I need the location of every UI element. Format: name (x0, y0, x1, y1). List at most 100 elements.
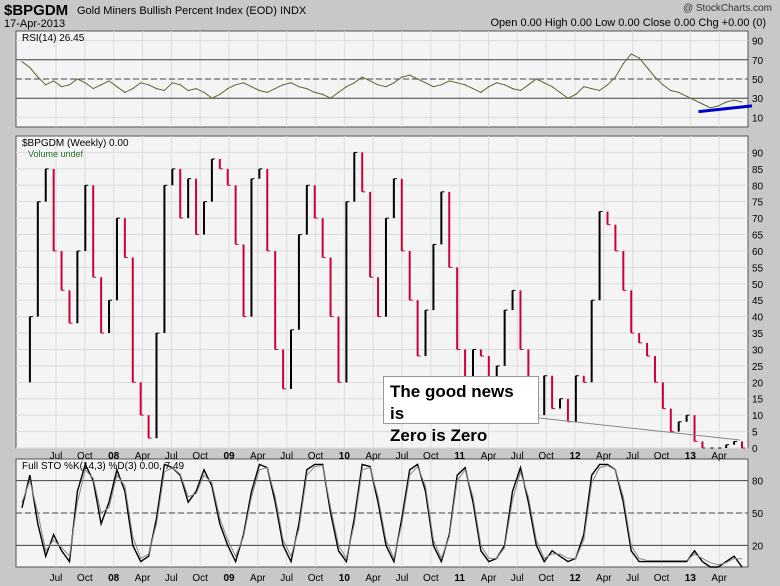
price-x-tick: 11 (454, 451, 465, 462)
rsi-point (662, 84, 664, 86)
sto-point (741, 566, 743, 568)
price-y-tick: 30 (752, 345, 764, 356)
sto-point (266, 467, 268, 469)
price-y-tick: 80 (752, 181, 764, 192)
sto-point (61, 550, 63, 552)
sto-x-tick: Apr (711, 573, 727, 584)
price-sublabel: Volume undef (28, 149, 84, 159)
sto-point (385, 544, 387, 546)
sto-point (243, 536, 245, 538)
rsi-point (132, 88, 134, 90)
price-y-tick: 65 (752, 231, 764, 242)
sto-point (195, 493, 197, 495)
sto-x-tick: Oct (423, 573, 439, 584)
sto-point (322, 464, 324, 466)
annotation-line-1: The good news is (390, 382, 514, 423)
sto-point (306, 474, 308, 476)
rsi-point (535, 78, 537, 80)
sto-point (575, 557, 577, 559)
rsi-point (37, 76, 39, 78)
sto-point (535, 539, 537, 541)
sto-point (92, 477, 94, 479)
price-y-tick: 15 (752, 395, 764, 406)
sto-point (638, 561, 640, 563)
exchange-text: INDX (279, 5, 307, 17)
sto-point (156, 523, 158, 525)
sto-point (591, 482, 593, 484)
rsi-point (472, 88, 474, 90)
sto-point (725, 562, 727, 564)
rsi-point (274, 88, 276, 90)
sto-point (124, 485, 126, 487)
rsi-point (155, 88, 158, 90)
rsi-point (448, 80, 450, 82)
sto-point (694, 553, 696, 555)
price-x-tick: Oct (308, 451, 324, 462)
sto-x-tick: Jul (511, 573, 524, 584)
sto-point (551, 550, 553, 552)
sto-point (583, 539, 585, 541)
rsi-point (575, 93, 577, 95)
chart-date: 17-Apr-2013 (4, 18, 66, 30)
sto-point (662, 560, 664, 562)
sto-point (250, 490, 252, 492)
sto-point (741, 558, 743, 560)
sto-point (630, 544, 632, 546)
rsi-point (638, 57, 640, 59)
sto-x-tick: 12 (569, 573, 581, 584)
chart-canvas: JulJulOctOct0808AprAprJulJulOctOct0909Ap… (15, 30, 764, 584)
sto-x-tick: Jul (626, 573, 639, 584)
rsi-point (488, 86, 490, 88)
price-y-tick: 40 (752, 313, 764, 324)
rsi-point (606, 84, 609, 86)
sto-y-tick: 20 (752, 541, 764, 552)
sto-point (45, 550, 47, 552)
sto-x-tick: 08 (108, 573, 120, 584)
sto-point (369, 467, 371, 469)
rsi-point (369, 80, 371, 82)
price-y-tick: 75 (752, 198, 764, 209)
sto-point (646, 560, 648, 562)
sto-point (614, 469, 616, 471)
price-x-tick: Apr (711, 451, 727, 462)
rsi-point (511, 88, 514, 90)
price-y-tick: 85 (752, 165, 764, 176)
sto-x-tick: Oct (538, 573, 554, 584)
sto-point (330, 507, 332, 509)
sto-x-tick: Oct (308, 573, 324, 584)
sto-point (646, 561, 648, 563)
sto-y-tick: 50 (752, 509, 764, 520)
sto-point (472, 496, 474, 498)
price-y-tick: 60 (752, 247, 764, 258)
price-x-tick: Apr (250, 451, 266, 462)
sto-x-tick: 10 (339, 573, 351, 584)
rsi-point (519, 89, 522, 92)
sto-point (670, 560, 672, 562)
sto-point (527, 501, 529, 503)
sto-point (409, 469, 411, 471)
sto-point (733, 557, 735, 559)
rsi-y-tick: 10 (752, 113, 764, 124)
sto-point (68, 555, 70, 557)
sto-point (717, 566, 719, 568)
rsi-point (733, 99, 735, 101)
sto-point (203, 474, 205, 476)
sto-point (322, 463, 324, 465)
price-label: $BPGDM (Weekly) 0.00 (22, 138, 129, 149)
panel-price (15, 135, 749, 449)
rsi-point (440, 84, 442, 86)
sto-point (37, 512, 39, 514)
rsi-point (464, 84, 466, 86)
sto-x-tick: Apr (250, 573, 266, 584)
price-y-tick: 45 (752, 296, 764, 307)
rsi-point (53, 80, 55, 82)
rsi-y-tick: 70 (752, 56, 764, 67)
sto-point (488, 561, 490, 563)
sto-point (53, 534, 55, 536)
sto-x-tick: Apr (596, 573, 612, 584)
sto-point (132, 536, 134, 538)
sto-point (678, 561, 680, 563)
rsi-point (21, 61, 23, 63)
rsi-label: RSI(14) 26.45 (22, 33, 85, 44)
sto-point (488, 557, 490, 559)
